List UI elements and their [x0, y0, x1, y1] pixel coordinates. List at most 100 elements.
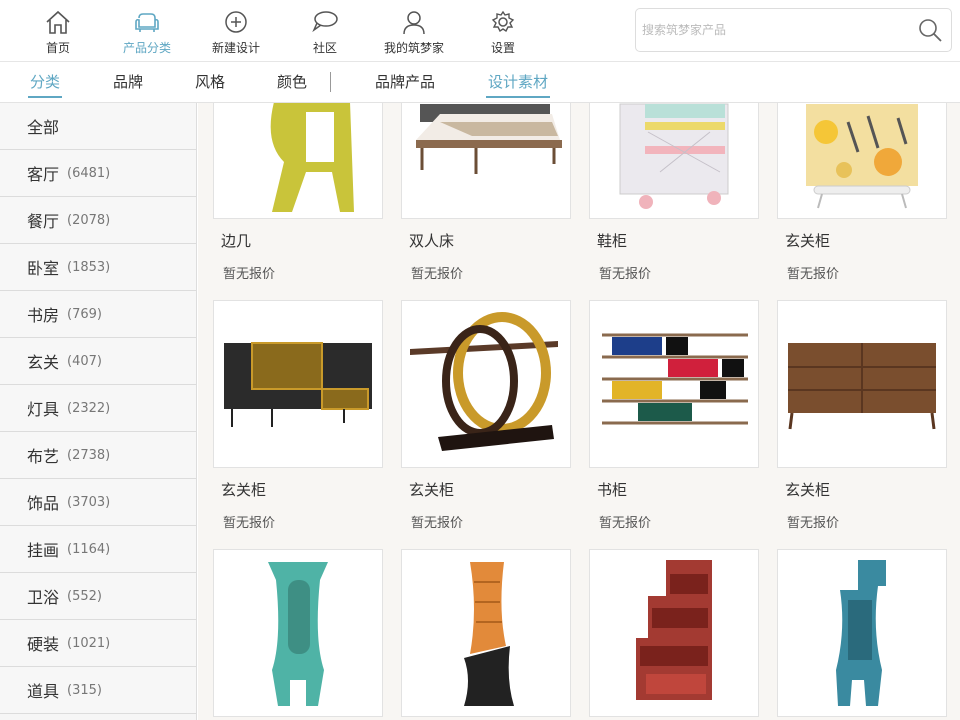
product-grid: 边几 暂无报价 双人床 暂无报价 鞋柜 暂无报价 玄关柜 暂无报价 玄关柜 暂无… — [198, 103, 960, 720]
nav-new-design[interactable]: 新建设计 — [196, 6, 276, 58]
sidebar-item-name: 客厅 — [27, 165, 60, 184]
product-image — [401, 103, 571, 219]
sidebar-item-decor[interactable]: 饰品 (3703) — [0, 479, 196, 526]
product-name: 边几 — [221, 232, 252, 250]
sidebar-item-count: (6481) — [67, 165, 111, 181]
product-card[interactable]: 玄关柜 暂无报价 — [401, 300, 571, 531]
home-icon — [46, 10, 70, 34]
product-image — [589, 549, 759, 717]
sidebar-item-hardscape[interactable]: 硬装 (1021) — [0, 620, 196, 667]
sidebar-item-count: (552) — [67, 588, 102, 604]
blue-curved-shelf-image — [836, 560, 886, 706]
nav-my-account-label: 我的筑梦家 — [383, 41, 444, 55]
sidebar-item-name: 挂画 — [27, 541, 60, 560]
product-card[interactable] — [589, 549, 759, 720]
sidebar-item-name: 灯具 — [27, 400, 60, 419]
double-bed-image — [416, 104, 562, 174]
product-price: 暂无报价 — [411, 516, 464, 531]
search-box — [635, 8, 952, 52]
product-image — [777, 549, 947, 717]
sidebar-item-name: 道具 — [27, 682, 60, 701]
sidebar-item-entrance[interactable]: 玄关 (407) — [0, 338, 196, 385]
product-price: 暂无报价 — [223, 516, 276, 531]
product-price: 暂无报价 — [223, 267, 276, 282]
color-block-bookshelf-image — [602, 333, 748, 425]
nav-new-design-label: 新建设计 — [211, 41, 260, 55]
product-price: 暂无报价 — [787, 516, 840, 531]
product-name: 玄关柜 — [785, 232, 831, 250]
sidebar-item-count: (1853) — [67, 259, 111, 275]
product-image — [213, 549, 383, 717]
sidebar-item-name: 布艺 — [27, 447, 60, 466]
sidebar-item-props[interactable]: 道具 (315) — [0, 667, 196, 714]
product-price: 暂无报价 — [599, 516, 652, 531]
search-icon[interactable] — [917, 17, 943, 43]
floral-cabinet-image — [806, 104, 918, 209]
nav-home-label: 首页 — [45, 41, 70, 55]
sidebar-item-count: (315) — [67, 682, 102, 698]
sidebar-item-name: 卧室 — [27, 259, 60, 278]
product-card[interactable]: 书柜 暂无报价 — [589, 300, 759, 531]
nav-my-account[interactable]: 我的筑梦家 — [374, 6, 454, 58]
product-image — [589, 103, 759, 219]
tab-style[interactable]: 风格 — [195, 71, 225, 92]
product-image — [401, 549, 571, 717]
sidebar-item-bathroom[interactable]: 卫浴 (552) — [0, 573, 196, 620]
product-image — [777, 103, 947, 219]
sidebar-item-all[interactable]: 全部 — [0, 103, 196, 150]
product-card[interactable]: 双人床 暂无报价 — [401, 103, 571, 282]
dark-console-cabinet-image — [224, 342, 372, 427]
sidebar-item-count: (1164) — [67, 541, 111, 557]
tab-divider — [330, 72, 331, 92]
sidebar-item-name: 饰品 — [27, 494, 60, 513]
product-image — [213, 103, 383, 219]
sidebar-item-bedroom[interactable]: 卧室 (1853) — [0, 244, 196, 291]
sidebar-item-name: 餐厅 — [27, 212, 60, 231]
sidebar-item-study[interactable]: 书房 (769) — [0, 291, 196, 338]
product-card[interactable]: 鞋柜 暂无报价 — [589, 103, 759, 282]
product-card[interactable]: 玄关柜 暂无报价 — [777, 300, 947, 531]
nav-home[interactable]: 首页 — [18, 6, 98, 58]
sidebar-item-wall-art[interactable]: 挂画 (1164) — [0, 526, 196, 573]
sidebar-item-lighting[interactable]: 灯具 (2322) — [0, 385, 196, 432]
product-price: 暂无报价 — [787, 267, 840, 282]
tab-design-materials[interactable]: 设计素材 — [485, 71, 551, 98]
shoe-cabinet-image — [619, 103, 729, 209]
sidebar-item-fabric[interactable]: 布艺 (2738) — [0, 432, 196, 479]
tab-brand[interactable]: 品牌 — [113, 71, 143, 92]
gear-icon — [491, 10, 515, 33]
tab-color[interactable]: 颜色 — [277, 71, 307, 92]
plus-circle-icon — [225, 11, 247, 33]
yellow-side-table-image — [270, 103, 354, 212]
chat-bubbles-icon — [312, 11, 338, 33]
teal-curved-cabinet-image — [268, 562, 328, 706]
sidebar-item-dining-room[interactable]: 餐厅 (2078) — [0, 197, 196, 244]
product-name: 玄关柜 — [409, 481, 455, 499]
product-card[interactable] — [401, 549, 571, 720]
nav-product-categories[interactable]: 产品分类 — [107, 6, 187, 58]
product-card[interactable]: 玄关柜 暂无报价 — [213, 300, 383, 531]
category-sidebar: 全部 客厅 (6481) 餐厅 (2078) 卧室 (1853) 书房 (769) 玄关… — [0, 103, 197, 720]
sidebar-item-name: 书房 — [27, 306, 60, 325]
nav-product-categories-label: 产品分类 — [122, 41, 171, 55]
sidebar-item-count: (407) — [67, 353, 102, 369]
nav-community[interactable]: 社区 — [285, 6, 365, 58]
red-stepped-shelf-image — [636, 560, 712, 700]
product-name: 鞋柜 — [597, 232, 628, 250]
product-card[interactable] — [777, 549, 947, 720]
product-image — [401, 300, 571, 468]
sofa-icon — [135, 13, 159, 32]
product-card[interactable]: 边几 暂无报价 — [213, 103, 383, 282]
search-input[interactable] — [642, 19, 912, 41]
nav-settings-label: 设置 — [490, 41, 515, 55]
sidebar-item-count: (2322) — [67, 400, 111, 416]
sidebar-item-count: (769) — [67, 306, 102, 322]
sidebar-item-count: (2078) — [67, 212, 111, 228]
product-card[interactable] — [213, 549, 383, 720]
nav-settings[interactable]: 设置 — [463, 6, 543, 58]
product-card[interactable]: 玄关柜 暂无报价 — [777, 103, 947, 282]
product-price: 暂无报价 — [411, 267, 464, 282]
tab-brand-products[interactable]: 品牌产品 — [375, 71, 435, 92]
sidebar-item-living-room[interactable]: 客厅 (6481) — [0, 150, 196, 197]
tab-category[interactable]: 分类 — [27, 71, 63, 98]
